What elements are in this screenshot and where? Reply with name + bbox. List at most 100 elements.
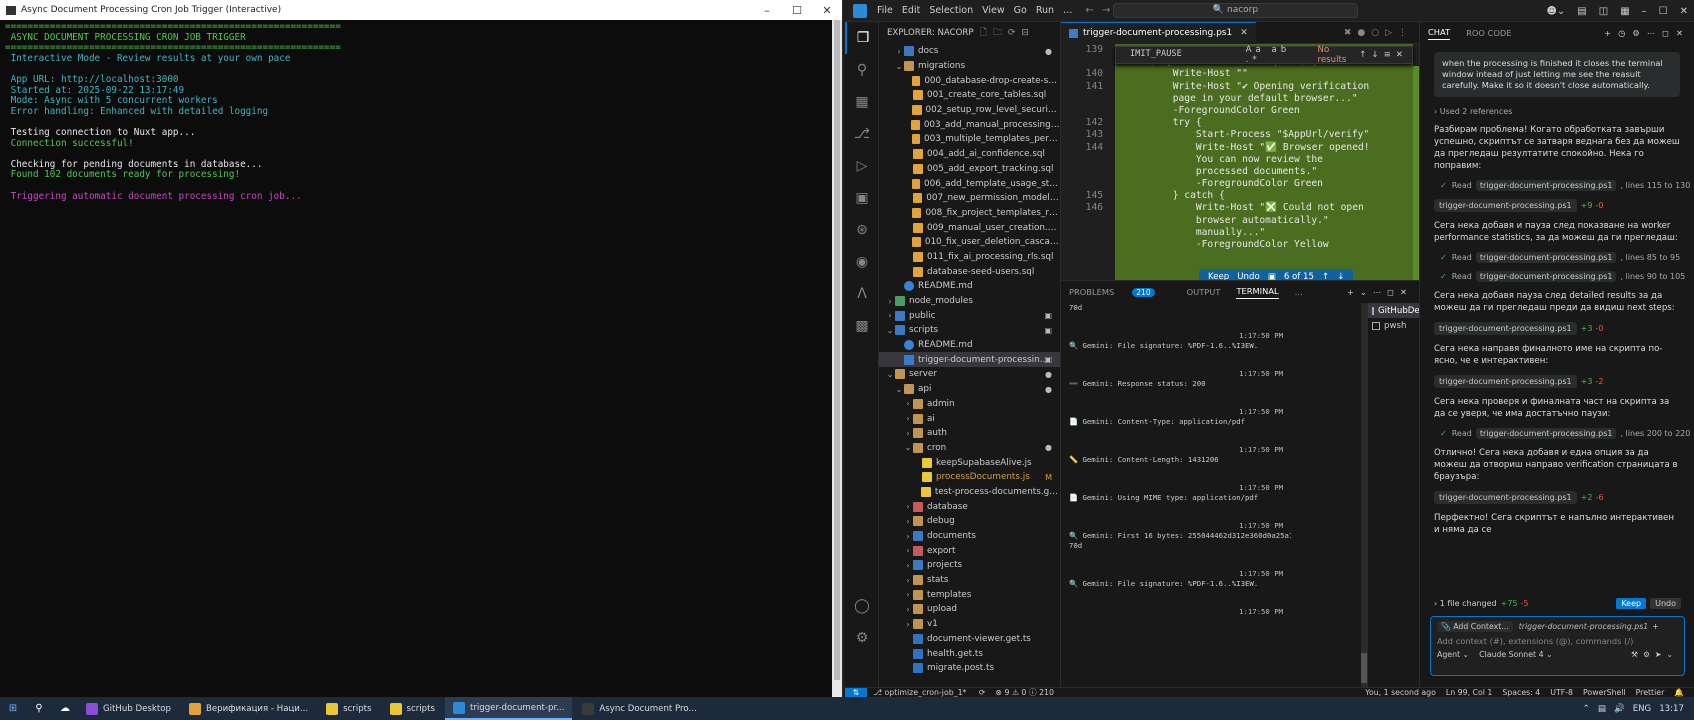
tree-item[interactable]: migrate.post.ts xyxy=(879,661,1060,676)
close-icon[interactable]: ✕ xyxy=(812,4,842,17)
remote-icon[interactable]: ⇅ xyxy=(845,687,867,698)
menu-item[interactable]: View xyxy=(982,5,1005,16)
edit-chip[interactable]: trigger-document-processing.ps1 +3 -2 xyxy=(1434,375,1680,388)
settings-gear-icon[interactable]: ⚙ xyxy=(845,622,879,654)
docker-icon[interactable]: ▩ xyxy=(845,310,879,342)
layout-custom-icon[interactable]: ▦ xyxy=(1620,6,1629,17)
blame-info[interactable]: You, 1 second ago xyxy=(1365,688,1436,697)
code-line[interactable]: } catch { xyxy=(1115,190,1413,202)
tree-item[interactable]: 011_fix_ai_processing_rls.sql xyxy=(879,250,1060,265)
find-options[interactable]: Aa ab .* xyxy=(1246,45,1310,65)
remote-explorer-icon[interactable]: ▣ xyxy=(845,182,879,214)
search-icon[interactable]: ⚲ xyxy=(845,54,879,86)
tree-item[interactable]: › auth xyxy=(879,426,1060,441)
encoding[interactable]: UTF-8 xyxy=(1550,688,1573,697)
menu-item[interactable]: File xyxy=(877,5,893,16)
taskbar-app[interactable]: Верификация - Наци... xyxy=(181,697,316,720)
network-icon[interactable]: ▤ xyxy=(1598,704,1606,714)
taskbar-app[interactable]: trigger-document-pr... xyxy=(444,697,573,720)
tree-item[interactable]: 005_add_export_tracking.sql xyxy=(879,162,1060,177)
code-line[interactable]: page in your default browser..." xyxy=(1115,93,1413,105)
collapse-all-icon[interactable]: ⊟ xyxy=(1021,28,1029,38)
menu-item[interactable]: Run xyxy=(1036,5,1054,16)
minimize-icon[interactable]: – xyxy=(1642,6,1647,17)
tree-item[interactable]: ⌄ migrations xyxy=(879,59,1060,74)
branch-indicator[interactable]: ⎇ optimize_cron-job_1* ⟳ xyxy=(873,688,985,697)
tree-item[interactable]: 007_new_permission_model.sql xyxy=(879,191,1060,206)
code-line[interactable]: -ForegroundColor Green xyxy=(1115,178,1413,190)
layout-panel-icon[interactable]: ▤ xyxy=(1577,6,1586,17)
taskbar-app[interactable]: scripts xyxy=(382,697,443,720)
tree-item[interactable]: 010_fix_user_deletion_cascade.sql xyxy=(879,235,1060,250)
source-control-icon[interactable]: ⎇ xyxy=(845,118,879,150)
indentation[interactable]: Spaces: 4 xyxy=(1502,688,1540,697)
tree-item[interactable]: database-seed-users.sql xyxy=(879,264,1060,279)
clock[interactable]: 13:17 xyxy=(1659,704,1684,714)
tree-item[interactable]: document-viewer.get.ts xyxy=(879,632,1060,647)
tree-item[interactable]: 006_add_template_usage_stats_fu... xyxy=(879,176,1060,191)
onedrive-icon[interactable]: ☁ xyxy=(57,701,73,717)
code-line[interactable]: processed documents." xyxy=(1115,166,1413,178)
chat-input-box[interactable]: 📎 Add Context... trigger-document-proces… xyxy=(1430,616,1685,676)
edit-chip[interactable]: trigger-document-processing.ps1 +9 -0 xyxy=(1434,199,1680,212)
tree-item[interactable]: 008_fix_project_templates_rls.sql xyxy=(879,206,1060,221)
terminal-output[interactable]: 70d 1:17:50 PM 🔍 Gemini: File signature: %… xyxy=(1061,303,1291,688)
tree-item[interactable]: processDocuments.js M xyxy=(879,470,1060,485)
explorer-icon[interactable]: ❐ xyxy=(845,22,879,54)
tree-item[interactable]: ⌄ api ● xyxy=(879,382,1060,397)
close-tab-icon[interactable]: ✕ xyxy=(1240,28,1248,38)
console-titlebar[interactable]: Async Document Processing Cron Job Trigg… xyxy=(0,0,842,20)
copilot-icon[interactable]: ☻⌄ xyxy=(1546,6,1565,17)
edit-chip[interactable]: trigger-document-processing.ps1 +2 -6 xyxy=(1434,491,1680,504)
tree-item[interactable]: › v1 xyxy=(879,617,1060,632)
code-line[interactable]: Write-Host "" xyxy=(1115,68,1413,80)
tree-item[interactable]: ⌄ cron ● xyxy=(879,441,1060,456)
tree-item[interactable]: › projects xyxy=(879,558,1060,573)
git-graph-icon[interactable]: ⊛ xyxy=(845,214,879,246)
bell-icon[interactable]: 🔔 xyxy=(1674,688,1684,697)
command-center-search[interactable]: 🔍 nacorp xyxy=(1113,3,1358,18)
file-pill[interactable]: trigger-document-processing.ps1 xyxy=(1475,252,1617,263)
code-line[interactable]: browser automatically." xyxy=(1115,215,1413,227)
code-line[interactable]: Write-Host "❎ Could not open xyxy=(1115,202,1413,214)
back-arrow-icon[interactable]: ← xyxy=(1086,5,1094,16)
tree-item[interactable]: › database xyxy=(879,499,1060,514)
maximize-icon[interactable]: ☐ xyxy=(782,4,812,17)
minimize-icon[interactable]: – xyxy=(752,4,782,17)
tree-item[interactable]: › stats xyxy=(879,573,1060,588)
cursor-position[interactable]: Ln 99, Col 1 xyxy=(1446,688,1492,697)
tab-output[interactable]: OUTPUT xyxy=(1187,287,1221,297)
account-icon[interactable]: ◯ xyxy=(845,590,879,622)
language-indicator[interactable]: ENG xyxy=(1633,704,1652,714)
tree-item[interactable]: › documents xyxy=(879,529,1060,544)
language-mode[interactable]: PowerShell xyxy=(1583,688,1626,697)
layout-sidebar-icon[interactable]: ◫ xyxy=(1599,6,1608,17)
model-dropdown[interactable]: Claude Sonnet 4 ⌄ xyxy=(1479,650,1552,659)
tree-item[interactable]: 003_add_manual_processing_statu... xyxy=(879,117,1060,132)
mode-dropdown[interactable]: Agent ⌄ xyxy=(1437,650,1469,659)
code-line[interactable]: Write-Host "✔ Opening verification xyxy=(1115,81,1413,93)
tree-item[interactable]: ⌄ server ● xyxy=(879,367,1060,382)
tree-item[interactable]: 003_multiple_templates_per_proje... xyxy=(879,132,1060,147)
taskbar-app[interactable]: scripts xyxy=(318,697,379,720)
file-pill[interactable]: trigger-document-processing.ps1 xyxy=(1475,271,1617,282)
code-line[interactable]: -ForegroundColor Green xyxy=(1115,105,1413,117)
menu-item[interactable]: Edit xyxy=(902,5,920,16)
github-icon[interactable]: ◉ xyxy=(845,246,879,278)
keep-all-button[interactable]: Keep xyxy=(1616,597,1647,609)
find-input[interactable]: IMIT_PAUSE xyxy=(1130,49,1246,62)
code-lines[interactable]: $keyInfo.Character -eq 'Y') { Write-Host… xyxy=(1115,44,1413,280)
run-debug-icon[interactable]: ▷ xyxy=(845,150,879,182)
code-line[interactable]: Start-Process "$AppUrl/verify" xyxy=(1115,129,1413,141)
code-line[interactable]: You can now review the xyxy=(1115,154,1413,166)
code-line[interactable]: Write-Host "✅ Browser opened! xyxy=(1115,142,1413,154)
console-window[interactable]: Async Document Processing Cron Job Trigg… xyxy=(0,0,843,697)
tree-item[interactable]: 009_manual_user_creation.sql xyxy=(879,220,1060,235)
taskbar-app[interactable]: GitHub Desktop xyxy=(78,697,179,720)
undo-all-button[interactable]: Undo xyxy=(1650,597,1681,609)
tree-item[interactable]: README.md xyxy=(879,338,1060,353)
tree-item[interactable]: keepSupabaseAlive.js xyxy=(879,455,1060,470)
code-line[interactable]: try { xyxy=(1115,117,1413,129)
tray-chevron-icon[interactable]: ⌃ xyxy=(1583,704,1590,714)
chat-input[interactable]: Add context (#), extensions (@), command… xyxy=(1437,636,1678,646)
